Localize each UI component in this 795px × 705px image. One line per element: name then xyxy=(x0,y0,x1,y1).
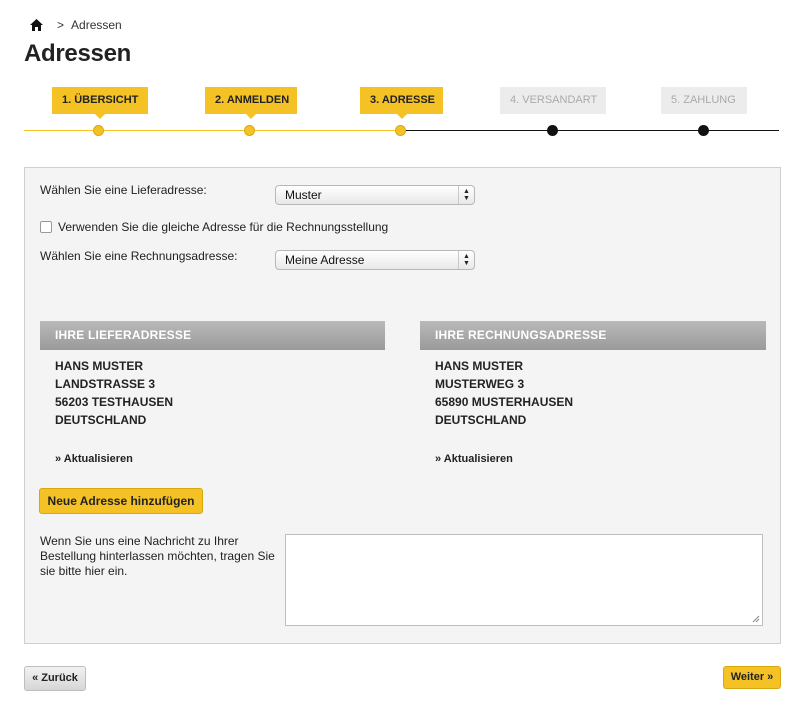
breadcrumb-separator: > xyxy=(57,18,65,32)
step-payment: 5. ZAHLUNG xyxy=(661,87,747,114)
address-form-panel: Wählen Sie eine Lieferadresse: Muster ▲ ▼… xyxy=(24,167,781,644)
step-dot-payment xyxy=(698,125,709,136)
billing-address-label: Wählen Sie eine Rechnungsadresse: xyxy=(40,249,238,263)
delivery-address-line: 56203 TESTHAUSEN xyxy=(55,395,174,409)
billing-address-select[interactable]: Meine Adresse ▲ ▼ xyxy=(275,250,475,270)
delivery-address-line: DEUTSCHLAND xyxy=(55,413,147,427)
same-address-checkbox[interactable] xyxy=(40,221,52,233)
delivery-address-select-value: Muster xyxy=(285,188,322,202)
add-address-button[interactable]: Neue Adresse hinzufügen xyxy=(39,488,203,514)
delivery-address-lines: HANS MUSTER LANDSTRASSE 3 56203 TESTHAUS… xyxy=(55,357,173,429)
billing-address-select-value: Meine Adresse xyxy=(285,253,365,267)
step-login[interactable]: 2. ANMELDEN xyxy=(205,87,297,119)
billing-address-lines: HANS MUSTER MUSTERWEG 3 65890 MUSTERHAUS… xyxy=(435,357,573,429)
delivery-address-line: LANDSTRASSE 3 xyxy=(55,377,156,391)
select-arrows-icon: ▲ ▼ xyxy=(458,186,474,204)
step-dot-overview xyxy=(93,125,104,136)
breadcrumb: > Adressen xyxy=(30,17,122,33)
select-arrows-icon: ▲ ▼ xyxy=(458,251,474,269)
step-dot-address xyxy=(395,125,406,136)
step-dot-login xyxy=(244,125,255,136)
delivery-update-link[interactable]: » Aktualisieren xyxy=(55,453,133,465)
message-prompt: Wenn Sie uns eine Nachricht zu Ihrer Bes… xyxy=(40,534,275,578)
delivery-address-heading: IHRE LIEFERADRESSE xyxy=(40,321,385,350)
step-dot-shipping xyxy=(547,125,558,136)
step-line-todo xyxy=(401,130,779,131)
breadcrumb-current: Adressen xyxy=(71,18,122,32)
back-button[interactable]: « Zurück xyxy=(24,666,86,691)
billing-update-link[interactable]: » Aktualisieren xyxy=(435,453,513,465)
step-address[interactable]: 3. ADRESSE xyxy=(360,87,443,119)
delivery-address-label: Wählen Sie eine Lieferadresse: xyxy=(40,183,207,197)
billing-address-line: MUSTERWEG 3 xyxy=(435,377,525,391)
message-textarea[interactable] xyxy=(285,534,763,626)
billing-address-heading: IHRE RECHNUNGSADRESSE xyxy=(420,321,766,350)
billing-address-line: DEUTSCHLAND xyxy=(435,413,527,427)
home-icon[interactable] xyxy=(30,19,43,31)
delivery-address-line: HANS MUSTER xyxy=(55,359,144,373)
step-line-done xyxy=(24,130,401,131)
page-title: Adressen xyxy=(24,40,131,67)
step-overview[interactable]: 1. ÜBERSICHT xyxy=(52,87,148,119)
step-shipping: 4. VERSANDART xyxy=(500,87,606,114)
next-button[interactable]: Weiter » xyxy=(723,666,781,689)
resize-grip-icon[interactable] xyxy=(752,615,760,623)
same-address-label[interactable]: Verwenden Sie die gleiche Adresse für di… xyxy=(58,220,388,234)
billing-address-line: 65890 MUSTERHAUSEN xyxy=(435,395,574,409)
delivery-address-select[interactable]: Muster ▲ ▼ xyxy=(275,185,475,205)
billing-address-line: HANS MUSTER xyxy=(435,359,524,373)
